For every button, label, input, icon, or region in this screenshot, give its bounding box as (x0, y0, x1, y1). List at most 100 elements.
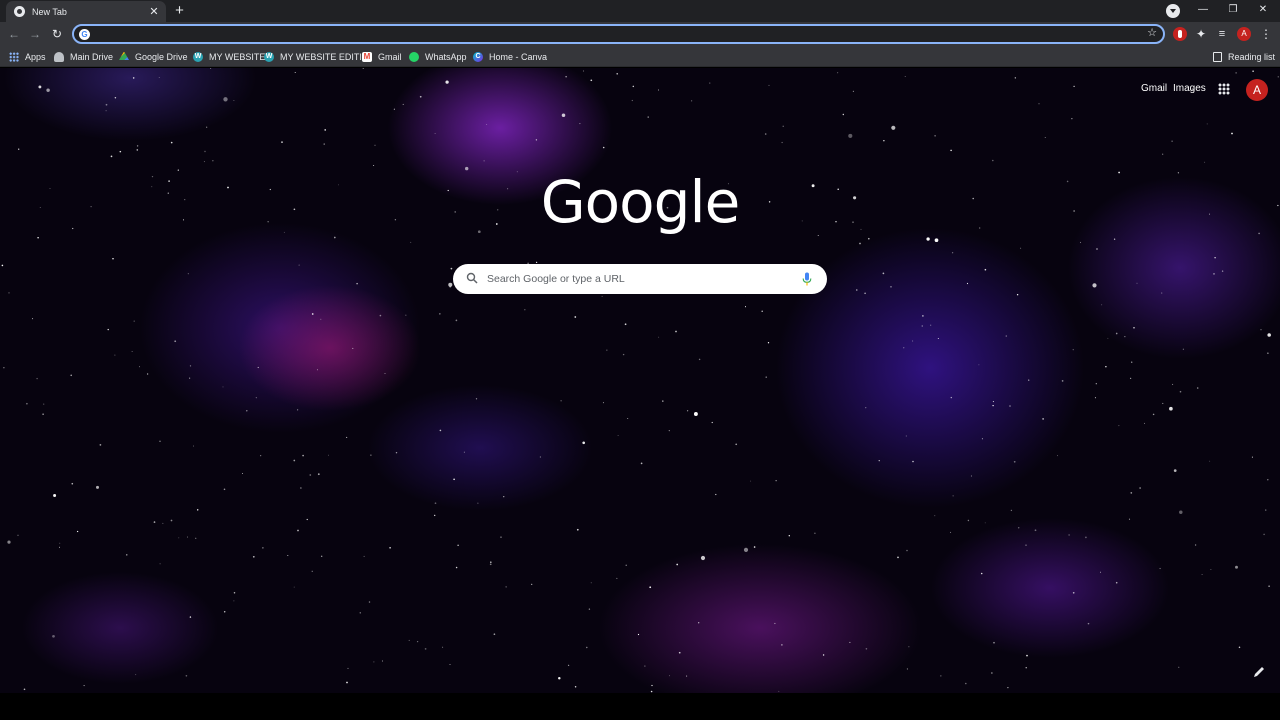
google-apps-icon[interactable] (1218, 83, 1230, 95)
bookmark-main-drive[interactable]: Main Drive (54, 49, 113, 64)
star (434, 514, 436, 517)
star (950, 149, 952, 152)
bookmark-my-website[interactable]: W MY WEBSITE (193, 49, 265, 64)
star (1238, 646, 1241, 649)
close-window-button[interactable]: ✕ (1248, 2, 1278, 18)
star (768, 84, 770, 86)
star (950, 531, 952, 533)
forward-button[interactable]: → (27, 26, 43, 42)
star (1100, 571, 1101, 573)
star (992, 404, 994, 407)
star (640, 462, 643, 465)
star (1068, 534, 1070, 536)
star (260, 455, 262, 457)
tab-new-tab[interactable]: New Tab ✕ (6, 1, 166, 22)
tab-search-icon[interactable] (1166, 4, 1180, 18)
google-drive-icon (119, 51, 129, 60)
star (450, 267, 453, 270)
star (442, 646, 444, 648)
star (43, 403, 45, 405)
bookmark-star-icon[interactable]: ☆ (1147, 26, 1157, 39)
star (602, 146, 605, 149)
star (693, 412, 698, 416)
search-box[interactable] (453, 264, 827, 294)
star (1038, 103, 1040, 105)
star (297, 409, 299, 411)
star (930, 324, 932, 326)
account-avatar[interactable]: A (1246, 79, 1268, 101)
star (922, 315, 924, 317)
star (119, 150, 122, 153)
images-link[interactable]: Images (1173, 83, 1206, 94)
wordpress-icon: W (264, 51, 274, 62)
bookmark-canva[interactable]: C Home - Canva (473, 49, 547, 64)
star (1221, 270, 1224, 272)
profile-avatar-button[interactable]: A (1237, 27, 1251, 41)
star (637, 633, 640, 636)
star (1161, 292, 1163, 294)
star (1014, 77, 1016, 79)
gmail-link[interactable]: Gmail (1141, 83, 1167, 94)
star (178, 537, 180, 539)
star (187, 273, 189, 275)
bookmark-whatsapp[interactable]: WhatsApp (409, 49, 467, 64)
restore-button[interactable]: ❐ (1218, 2, 1248, 18)
microphone-icon[interactable] (802, 272, 812, 286)
star (1025, 667, 1027, 669)
bookmark-gmail[interactable]: M Gmail (362, 49, 402, 64)
star (159, 440, 161, 442)
bookmark-apps[interactable]: Apps (9, 49, 46, 64)
address-input[interactable] (96, 27, 1136, 41)
star (567, 664, 570, 666)
star (561, 113, 566, 117)
bookmark-my-website-editing[interactable]: W MY WEBSITE EDITI... (264, 49, 369, 64)
extensions-puzzle-icon[interactable]: ✦ (1194, 27, 1208, 41)
reading-list-button[interactable]: Reading list (1213, 49, 1275, 64)
star (320, 318, 322, 320)
star (940, 675, 942, 677)
star (379, 314, 382, 317)
star (606, 349, 608, 351)
star (384, 372, 386, 374)
star (424, 648, 427, 650)
star (1010, 509, 1013, 512)
star (1044, 136, 1046, 138)
reading-list-icon (1213, 51, 1222, 62)
chrome-menu-button[interactable]: ⋮ (1259, 27, 1273, 41)
star (53, 494, 57, 497)
star (38, 85, 42, 89)
star (328, 454, 330, 456)
star (323, 143, 325, 145)
customize-pencil-icon[interactable] (1252, 665, 1266, 679)
star (1267, 479, 1269, 481)
wordpress-icon: W (193, 51, 203, 62)
star (1171, 140, 1173, 143)
star (1042, 418, 1044, 420)
omnibox[interactable]: G ☆ (72, 24, 1165, 44)
search-icon (466, 272, 478, 284)
bookmark-google-drive[interactable]: Google Drive (119, 49, 188, 64)
starfield-background (1, 68, 1279, 693)
search-input[interactable] (487, 271, 787, 287)
reload-button[interactable]: ↻ (49, 26, 65, 42)
star (865, 648, 868, 650)
star (8, 292, 10, 294)
star (632, 85, 635, 88)
tab-close-icon[interactable]: ✕ (148, 5, 160, 18)
google-g-icon: G (79, 29, 90, 40)
star (848, 133, 853, 138)
star (505, 586, 507, 588)
extension-red-icon[interactable] (1173, 27, 1187, 41)
star (981, 438, 983, 440)
back-button[interactable]: ← (6, 26, 22, 42)
star (952, 495, 954, 497)
new-tab-button[interactable]: + (171, 3, 188, 20)
minimize-button[interactable]: — (1188, 2, 1218, 18)
star (493, 633, 496, 636)
star (293, 459, 296, 462)
star (676, 563, 679, 566)
google-logo: Google (540, 168, 741, 236)
media-queue-icon[interactable]: ≡ (1215, 27, 1229, 41)
star (131, 350, 133, 352)
star (162, 522, 164, 524)
